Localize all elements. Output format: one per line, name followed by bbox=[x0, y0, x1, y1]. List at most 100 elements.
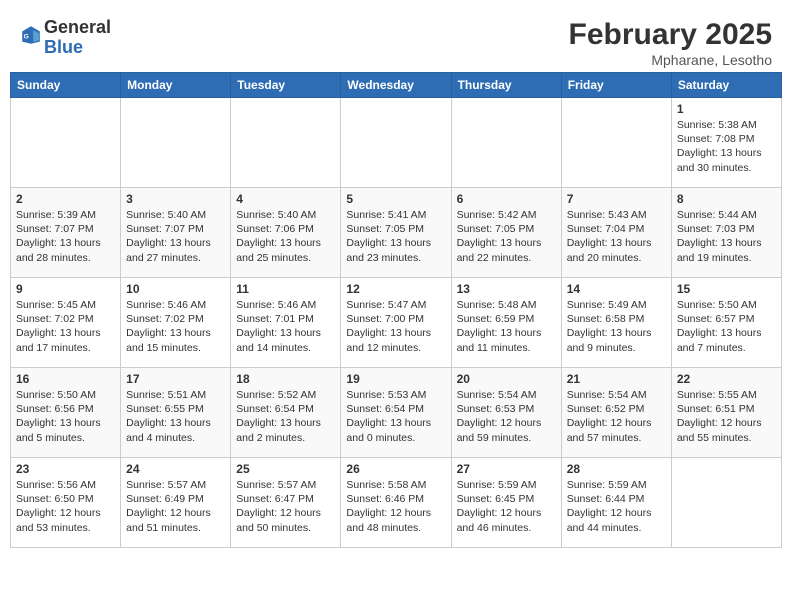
table-row bbox=[231, 98, 341, 188]
table-row: 11 Sunrise: 5:46 AM Sunset: 7:01 PM Dayli… bbox=[231, 278, 341, 368]
col-sunday: Sunday bbox=[11, 73, 121, 98]
table-row: 13 Sunrise: 5:48 AM Sunset: 6:59 PM Dayli… bbox=[451, 278, 561, 368]
day-info: Sunrise: 5:38 AM Sunset: 7:08 PM Dayligh… bbox=[677, 118, 776, 175]
day-number: 15 bbox=[677, 282, 776, 296]
day-info: Sunrise: 5:44 AM Sunset: 7:03 PM Dayligh… bbox=[677, 208, 776, 265]
day-info: Sunrise: 5:54 AM Sunset: 6:52 PM Dayligh… bbox=[567, 388, 666, 445]
table-row: 22 Sunrise: 5:55 AM Sunset: 6:51 PM Dayli… bbox=[671, 368, 781, 458]
table-row bbox=[121, 98, 231, 188]
day-number: 20 bbox=[457, 372, 556, 386]
day-info: Sunrise: 5:40 AM Sunset: 7:06 PM Dayligh… bbox=[236, 208, 335, 265]
table-row: 21 Sunrise: 5:54 AM Sunset: 6:52 PM Dayli… bbox=[561, 368, 671, 458]
table-row bbox=[561, 98, 671, 188]
day-info: Sunrise: 5:46 AM Sunset: 7:01 PM Dayligh… bbox=[236, 298, 335, 355]
table-row: 7 Sunrise: 5:43 AM Sunset: 7:04 PM Daylig… bbox=[561, 188, 671, 278]
day-number: 6 bbox=[457, 192, 556, 206]
table-row: 17Sunrise: 5:51 AM Sunset: 6:55 PM Dayli… bbox=[121, 368, 231, 458]
day-number: 2 bbox=[16, 192, 115, 206]
day-number: 17 bbox=[126, 372, 225, 386]
table-row: 28 Sunrise: 5:59 AM Sunset: 6:44 PM Dayli… bbox=[561, 458, 671, 548]
day-number: 21 bbox=[567, 372, 666, 386]
logo: G General Blue bbox=[20, 18, 111, 58]
col-monday: Monday bbox=[121, 73, 231, 98]
day-info: Sunrise: 5:59 AM Sunset: 6:44 PM Dayligh… bbox=[567, 478, 666, 535]
table-row: 18Sunrise: 5:52 AM Sunset: 6:54 PM Dayli… bbox=[231, 368, 341, 458]
location-subtitle: Mpharane, Lesotho bbox=[569, 52, 772, 68]
day-number: 24 bbox=[126, 462, 225, 476]
table-row: 15 Sunrise: 5:50 AM Sunset: 6:57 PM Dayli… bbox=[671, 278, 781, 368]
col-wednesday: Wednesday bbox=[341, 73, 451, 98]
month-year-title: February 2025 bbox=[569, 18, 772, 52]
day-number: 25 bbox=[236, 462, 335, 476]
table-row: 24 Sunrise: 5:57 AM Sunset: 6:49 PM Dayli… bbox=[121, 458, 231, 548]
calendar-header-row: Sunday Monday Tuesday Wednesday Thursday… bbox=[11, 73, 782, 98]
calendar-table: Sunday Monday Tuesday Wednesday Thursday… bbox=[10, 72, 782, 548]
day-info: Sunrise: 5:39 AM Sunset: 7:07 PM Dayligh… bbox=[16, 208, 115, 265]
day-info: Sunrise: 5:45 AM Sunset: 7:02 PM Dayligh… bbox=[16, 298, 115, 355]
table-row: 26 Sunrise: 5:58 AM Sunset: 6:46 PM Dayli… bbox=[341, 458, 451, 548]
table-row bbox=[341, 98, 451, 188]
day-info: Sunrise: 5:53 AM Sunset: 6:54 PM Dayligh… bbox=[346, 388, 445, 445]
table-row: 2 Sunrise: 5:39 AM Sunset: 7:07 PM Daylig… bbox=[11, 188, 121, 278]
day-info: Sunrise: 5:58 AM Sunset: 6:46 PM Dayligh… bbox=[346, 478, 445, 535]
table-row: 20 Sunrise: 5:54 AM Sunset: 6:53 PM Dayli… bbox=[451, 368, 561, 458]
day-number: 14 bbox=[567, 282, 666, 296]
logo-icon: G bbox=[20, 24, 42, 46]
calendar-week-row: 23Sunrise: 5:56 AM Sunset: 6:50 PM Dayli… bbox=[11, 458, 782, 548]
table-row: 5 Sunrise: 5:41 AM Sunset: 7:05 PM Daylig… bbox=[341, 188, 451, 278]
day-number: 11 bbox=[236, 282, 335, 296]
day-info: Sunrise: 5:55 AM Sunset: 6:51 PM Dayligh… bbox=[677, 388, 776, 445]
day-info: Sunrise: 5:43 AM Sunset: 7:04 PM Dayligh… bbox=[567, 208, 666, 265]
day-info: Sunrise: 5:42 AM Sunset: 7:05 PM Dayligh… bbox=[457, 208, 556, 265]
table-row: 6 Sunrise: 5:42 AM Sunset: 7:05 PM Daylig… bbox=[451, 188, 561, 278]
calendar-week-row: 16 Sunrise: 5:50 AM Sunset: 6:56 PM Dayli… bbox=[11, 368, 782, 458]
table-row: 1Sunrise: 5:38 AM Sunset: 7:08 PM Daylig… bbox=[671, 98, 781, 188]
day-info: Sunrise: 5:59 AM Sunset: 6:45 PM Dayligh… bbox=[457, 478, 556, 535]
day-info: Sunrise: 5:47 AM Sunset: 7:00 PM Dayligh… bbox=[346, 298, 445, 355]
table-row: 9 Sunrise: 5:45 AM Sunset: 7:02 PM Daylig… bbox=[11, 278, 121, 368]
day-info: Sunrise: 5:48 AM Sunset: 6:59 PM Dayligh… bbox=[457, 298, 556, 355]
day-number: 16 bbox=[16, 372, 115, 386]
table-row: 12 Sunrise: 5:47 AM Sunset: 7:00 PM Dayli… bbox=[341, 278, 451, 368]
table-row: 19 Sunrise: 5:53 AM Sunset: 6:54 PM Dayli… bbox=[341, 368, 451, 458]
day-number: 28 bbox=[567, 462, 666, 476]
day-number: 4 bbox=[236, 192, 335, 206]
day-number: 23 bbox=[16, 462, 115, 476]
day-info: Sunrise: 5:46 AM Sunset: 7:02 PM Dayligh… bbox=[126, 298, 225, 355]
table-row: 23Sunrise: 5:56 AM Sunset: 6:50 PM Dayli… bbox=[11, 458, 121, 548]
day-number: 12 bbox=[346, 282, 445, 296]
page-header: G General Blue February 2025 Mpharane, L… bbox=[10, 10, 782, 72]
day-number: 9 bbox=[16, 282, 115, 296]
table-row bbox=[11, 98, 121, 188]
table-row: 27 Sunrise: 5:59 AM Sunset: 6:45 PM Dayli… bbox=[451, 458, 561, 548]
calendar-week-row: 9 Sunrise: 5:45 AM Sunset: 7:02 PM Daylig… bbox=[11, 278, 782, 368]
day-number: 5 bbox=[346, 192, 445, 206]
svg-text:G: G bbox=[24, 34, 29, 41]
day-number: 19 bbox=[346, 372, 445, 386]
table-row: 4 Sunrise: 5:40 AM Sunset: 7:06 PM Daylig… bbox=[231, 188, 341, 278]
day-info: Sunrise: 5:41 AM Sunset: 7:05 PM Dayligh… bbox=[346, 208, 445, 265]
day-number: 10 bbox=[126, 282, 225, 296]
day-info: Sunrise: 5:57 AM Sunset: 6:47 PM Dayligh… bbox=[236, 478, 335, 535]
day-number: 22 bbox=[677, 372, 776, 386]
col-saturday: Saturday bbox=[671, 73, 781, 98]
day-number: 27 bbox=[457, 462, 556, 476]
day-number: 13 bbox=[457, 282, 556, 296]
table-row: 3Sunrise: 5:40 AM Sunset: 7:07 PM Daylig… bbox=[121, 188, 231, 278]
logo-general-text: General bbox=[44, 17, 111, 37]
table-row bbox=[451, 98, 561, 188]
day-info: Sunrise: 5:50 AM Sunset: 6:57 PM Dayligh… bbox=[677, 298, 776, 355]
day-number: 7 bbox=[567, 192, 666, 206]
day-info: Sunrise: 5:50 AM Sunset: 6:56 PM Dayligh… bbox=[16, 388, 115, 445]
table-row: 16 Sunrise: 5:50 AM Sunset: 6:56 PM Dayli… bbox=[11, 368, 121, 458]
day-number: 3 bbox=[126, 192, 225, 206]
title-block: February 2025 Mpharane, Lesotho bbox=[569, 18, 772, 68]
day-info: Sunrise: 5:54 AM Sunset: 6:53 PM Dayligh… bbox=[457, 388, 556, 445]
day-number: 26 bbox=[346, 462, 445, 476]
day-info: Sunrise: 5:49 AM Sunset: 6:58 PM Dayligh… bbox=[567, 298, 666, 355]
logo-blue-text: Blue bbox=[44, 37, 83, 57]
day-info: Sunrise: 5:57 AM Sunset: 6:49 PM Dayligh… bbox=[126, 478, 225, 535]
table-row: 10 Sunrise: 5:46 AM Sunset: 7:02 PM Dayli… bbox=[121, 278, 231, 368]
calendar-week-row: 2 Sunrise: 5:39 AM Sunset: 7:07 PM Daylig… bbox=[11, 188, 782, 278]
day-number: 8 bbox=[677, 192, 776, 206]
